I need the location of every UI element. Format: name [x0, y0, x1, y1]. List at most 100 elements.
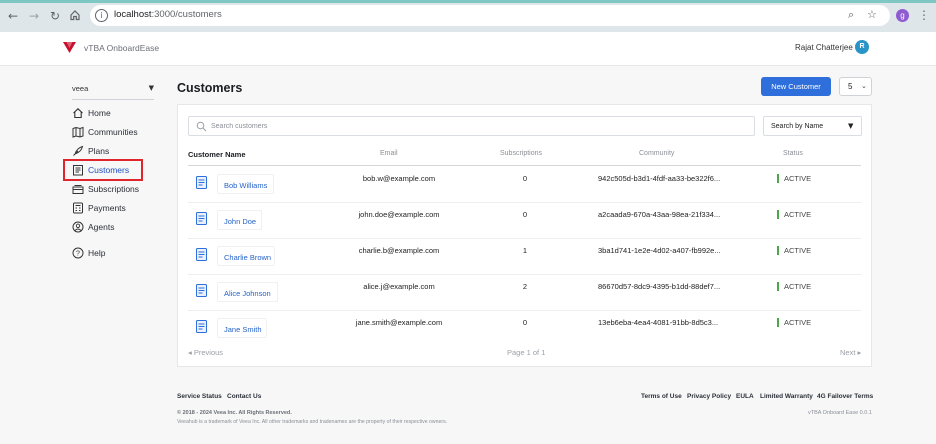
footer-link-limited-warranty[interactable]: Limited Warranty [760, 393, 813, 400]
sidebar-item-label: Communities [88, 127, 138, 137]
browser-profile-avatar[interactable]: g [896, 9, 909, 22]
sidebar-item-label: Home [88, 108, 111, 118]
customer-document-icon [196, 320, 207, 333]
footer-link-privacy-policy[interactable]: Privacy Policy [687, 393, 731, 400]
customer-email: charlie.b@example.com [358, 246, 440, 255]
customer-document-icon [196, 248, 207, 261]
sidebar-item-subscriptions[interactable]: Subscriptions [72, 182, 152, 196]
sidebar-item-home[interactable]: Home [72, 106, 152, 120]
customer-subscriptions: 0 [522, 318, 528, 327]
customer-community: 942c505d-b3d1-4fdf-aa33-be322f6... [598, 174, 721, 183]
help-icon: ? [72, 247, 84, 259]
status-badge: ACTIVE [777, 210, 811, 219]
customer-name-link[interactable]: Bob Williams [224, 181, 267, 190]
back-icon[interactable]: ← [6, 9, 20, 23]
table-row[interactable]: Alice Johnson alice.j@example.com 2 8667… [188, 275, 861, 311]
table-row[interactable]: Charlie Brown charlie.b@example.com 1 3b… [188, 239, 861, 275]
customer-subscriptions: 0 [522, 210, 528, 219]
sidebar-item-agents[interactable]: Agents [72, 220, 152, 234]
column-header-community[interactable]: Community [639, 150, 674, 157]
customers-table-card: Search by Name ▼ Customer Name Email Sub… [177, 104, 872, 367]
column-header-status[interactable]: Status [783, 150, 803, 157]
footer-link-contact-us[interactable]: Contact Us [227, 393, 261, 400]
forward-icon[interactable]: → [27, 9, 41, 23]
browser-tab-strip [0, 0, 936, 3]
user-avatar[interactable]: R [855, 40, 869, 54]
search-field[interactable] [188, 116, 755, 136]
customer-subscriptions: 1 [522, 246, 528, 255]
customer-document-icon [196, 284, 207, 297]
sidebar-item-plans[interactable]: Plans [72, 144, 152, 158]
table-row[interactable]: John Doe john.doe@example.com 0 a2caada9… [188, 203, 861, 239]
customer-name-link[interactable]: John Doe [224, 217, 256, 226]
caret-down-icon: ▼ [148, 84, 154, 92]
sidebar-item-help[interactable]: ? Help [72, 246, 152, 260]
search-by-select[interactable]: Search by Name ▼ [763, 116, 862, 136]
home-icon [73, 108, 83, 119]
footer-link-4g-failover-terms[interactable]: 4G Failover Terms [817, 393, 873, 400]
address-bar[interactable]: i localhost:3000/customers ⌕ ☆ [90, 5, 890, 26]
footer-link-eula[interactable]: EULA [736, 393, 754, 400]
footer-link-terms-of-use[interactable]: Terms of Use [641, 393, 682, 400]
customer-community: 86670d57-8dc9-4395-b1dd-88def7... [598, 282, 721, 291]
org-selector[interactable]: veea ▼ [72, 84, 154, 96]
customer-document-icon [196, 212, 207, 225]
customer-community: 3ba1d741-1e2e-4d02-a407-fb992e... [598, 246, 721, 255]
status-badge: ACTIVE [777, 318, 811, 327]
payments-icon [73, 202, 83, 214]
sidebar-item-label: Agents [88, 222, 115, 232]
customer-email: jane.smith@example.com [355, 318, 443, 327]
chevron-down-icon: ⌄ [861, 82, 867, 90]
status-indicator [777, 282, 779, 291]
new-customer-button[interactable]: New Customer [761, 77, 831, 96]
communities-icon [72, 126, 84, 138]
table-row[interactable]: Bob Williams bob.w@example.com 0 942c505… [188, 167, 861, 203]
bookmark-star-icon[interactable]: ☆ [867, 8, 877, 21]
next-page-button[interactable]: Next ▸ [840, 348, 861, 357]
page-size-select[interactable]: 5 ⌄ [839, 77, 872, 96]
customer-subscriptions: 2 [522, 282, 528, 291]
brand-name: vTBA OnboardEase [84, 43, 160, 53]
customer-name-link[interactable]: Alice Johnson [224, 289, 271, 298]
url-text[interactable]: localhost:3000/customers [114, 9, 222, 20]
search-input[interactable] [211, 119, 741, 134]
agents-icon [72, 221, 84, 233]
customer-email: bob.w@example.com [362, 174, 436, 183]
search-icon [196, 121, 207, 132]
customer-name-link[interactable]: Charlie Brown [224, 253, 271, 262]
column-header-email[interactable]: Email [380, 150, 398, 157]
customers-icon [73, 165, 83, 176]
sidebar-item-payments[interactable]: Payments [72, 201, 152, 215]
footer-link-service-status[interactable]: Service Status [177, 393, 222, 400]
customer-email: john.doe@example.com [358, 210, 440, 219]
customer-name-link[interactable]: Jane Smith [224, 325, 262, 334]
sidebar-item-label: Help [88, 248, 106, 258]
reload-icon[interactable]: ↻ [48, 9, 62, 23]
browser-menu-icon[interactable]: ⋮ [918, 8, 930, 22]
sidebar-item-communities[interactable]: Communities [72, 125, 152, 139]
page-title: Customers [177, 81, 243, 95]
status-badge: ACTIVE [777, 174, 811, 183]
home-browser-icon[interactable] [68, 9, 82, 23]
subscriptions-icon [72, 185, 84, 194]
customer-email: alice.j@example.com [363, 282, 435, 291]
chevron-right-icon: ▸ [855, 348, 862, 357]
previous-page-button[interactable]: ◂ Previous [188, 348, 223, 357]
org-divider [72, 99, 154, 100]
status-indicator [777, 174, 779, 183]
caret-down-icon: ▼ [848, 122, 854, 130]
copyright-text: © 2018 - 2024 Veea Inc. All Rights Reser… [177, 410, 292, 416]
trademark-text: Veeahub is a trademark of Veea Inc. All … [177, 419, 448, 425]
site-info-icon[interactable]: i [95, 9, 108, 22]
status-badge: ACTIVE [777, 246, 811, 255]
zoom-icon[interactable]: ⌕ [848, 8, 854, 22]
table-row[interactable]: Jane Smith jane.smith@example.com 0 13eb… [188, 311, 861, 347]
user-name[interactable]: Rajat Chatterjee [795, 43, 853, 52]
sidebar-item-label: Subscriptions [88, 184, 140, 194]
column-header-subscriptions[interactable]: Subscriptions [500, 150, 542, 157]
browser-toolbar: ← → ↻ i localhost:3000/customers ⌕ ☆ g ⋮ [0, 0, 936, 32]
column-header-customer-name[interactable]: Customer Name [188, 150, 246, 159]
sidebar-item-label: Customers [88, 165, 130, 175]
sidebar-item-label: Plans [88, 146, 110, 156]
sidebar-item-customers[interactable]: Customers [72, 163, 152, 177]
